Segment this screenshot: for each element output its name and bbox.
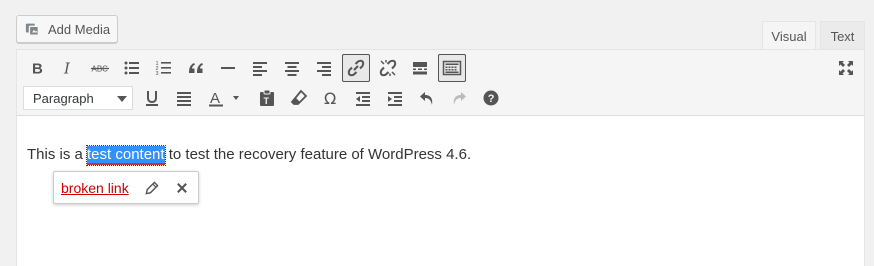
italic-button[interactable]: I: [54, 54, 82, 82]
format-select[interactable]: Paragraph: [23, 86, 133, 110]
svg-text:A: A: [210, 90, 220, 107]
content-text-before: This is a: [27, 146, 88, 163]
editor-toolbar: B I ABC 1 2 3 Paragraph A T Ω ?: [17, 50, 864, 116]
bold-icon: B: [32, 61, 43, 78]
strikethrough-button[interactable]: ABC: [86, 54, 114, 82]
tab-visual[interactable]: Visual: [762, 21, 816, 51]
fullscreen-icon: [839, 61, 853, 75]
svg-text:Ω: Ω: [324, 89, 336, 108]
align-left-button[interactable]: [246, 54, 274, 82]
remove-link-button[interactable]: [374, 54, 402, 82]
paste-as-text-button[interactable]: T: [253, 84, 281, 112]
broken-link[interactable]: broken link: [61, 180, 129, 196]
help-icon: ?: [483, 90, 499, 106]
read-more-button[interactable]: [406, 54, 434, 82]
chevron-down-icon: [117, 96, 127, 102]
text-color-icon: A: [209, 90, 239, 107]
clear-formatting-button[interactable]: [285, 84, 313, 112]
align-right-icon: [317, 62, 331, 76]
undo-button[interactable]: [413, 84, 441, 112]
align-center-icon: [285, 62, 299, 76]
editor: B I ABC 1 2 3 Paragraph A T Ω ? This is …: [16, 49, 865, 266]
quote-icon: [189, 63, 203, 73]
format-select-value: Paragraph: [33, 90, 94, 106]
decrease-indent-button[interactable]: [349, 84, 377, 112]
eraser-icon: [290, 89, 308, 105]
pencil-icon[interactable]: [142, 178, 162, 198]
add-media-label: Add Media: [48, 21, 111, 37]
underline-button[interactable]: [138, 84, 166, 112]
blockquote-button[interactable]: [182, 54, 210, 82]
keyboard-icon: [442, 60, 462, 76]
align-right-button[interactable]: [310, 54, 338, 82]
insert-link-button[interactable]: [342, 54, 370, 82]
omega-icon: Ω: [324, 89, 336, 108]
media-icon: [25, 20, 43, 38]
undo-icon: [420, 92, 433, 105]
svg-text:B: B: [32, 61, 43, 78]
text-color-button[interactable]: A: [202, 84, 246, 112]
clipboard-icon: T: [260, 89, 274, 106]
horizontal-line-icon: [221, 67, 235, 69]
justify-icon: [177, 92, 191, 106]
toolbar-toggle-button[interactable]: [438, 54, 466, 82]
content-text-after: to test the recovery feature of WordPres…: [164, 146, 472, 163]
align-center-button[interactable]: [278, 54, 306, 82]
svg-text:T: T: [264, 96, 270, 106]
underline-icon: [146, 91, 158, 106]
indent-icon: [388, 92, 402, 106]
read-more-icon: [413, 62, 427, 75]
bold-button[interactable]: B: [23, 54, 51, 82]
redo-icon: [453, 92, 466, 105]
italic-icon: I: [63, 60, 71, 78]
align-left-icon: [253, 62, 267, 76]
redo-button[interactable]: [445, 84, 473, 112]
svg-text:?: ?: [488, 93, 495, 105]
add-media-button[interactable]: Add Media: [16, 15, 118, 43]
horizontal-line-button[interactable]: [214, 54, 242, 82]
increase-indent-button[interactable]: [381, 84, 409, 112]
justify-button[interactable]: [170, 84, 198, 112]
tab-text[interactable]: Text: [820, 21, 865, 50]
fullscreen-button[interactable]: [832, 54, 860, 82]
link-popup: broken link: [53, 171, 199, 204]
help-button[interactable]: ?: [477, 84, 505, 112]
bulleted-list-icon: [124, 61, 139, 75]
numbered-list-button[interactable]: 1 2 3: [150, 54, 178, 82]
link-icon: [347, 59, 365, 77]
numbered-list-icon: 1 2 3: [156, 61, 171, 77]
editor-content[interactable]: This is a test content to test the recov…: [27, 145, 472, 166]
special-character-button[interactable]: Ω: [317, 84, 345, 112]
unlink-icon: [379, 59, 397, 77]
outdent-icon: [356, 92, 370, 106]
svg-text:3: 3: [156, 71, 159, 77]
strikethrough-icon: ABC: [91, 65, 109, 74]
close-icon[interactable]: [172, 178, 192, 198]
svg-text:I: I: [63, 60, 71, 78]
selected-text[interactable]: test content: [86, 145, 166, 166]
bulleted-list-button[interactable]: [118, 54, 146, 82]
